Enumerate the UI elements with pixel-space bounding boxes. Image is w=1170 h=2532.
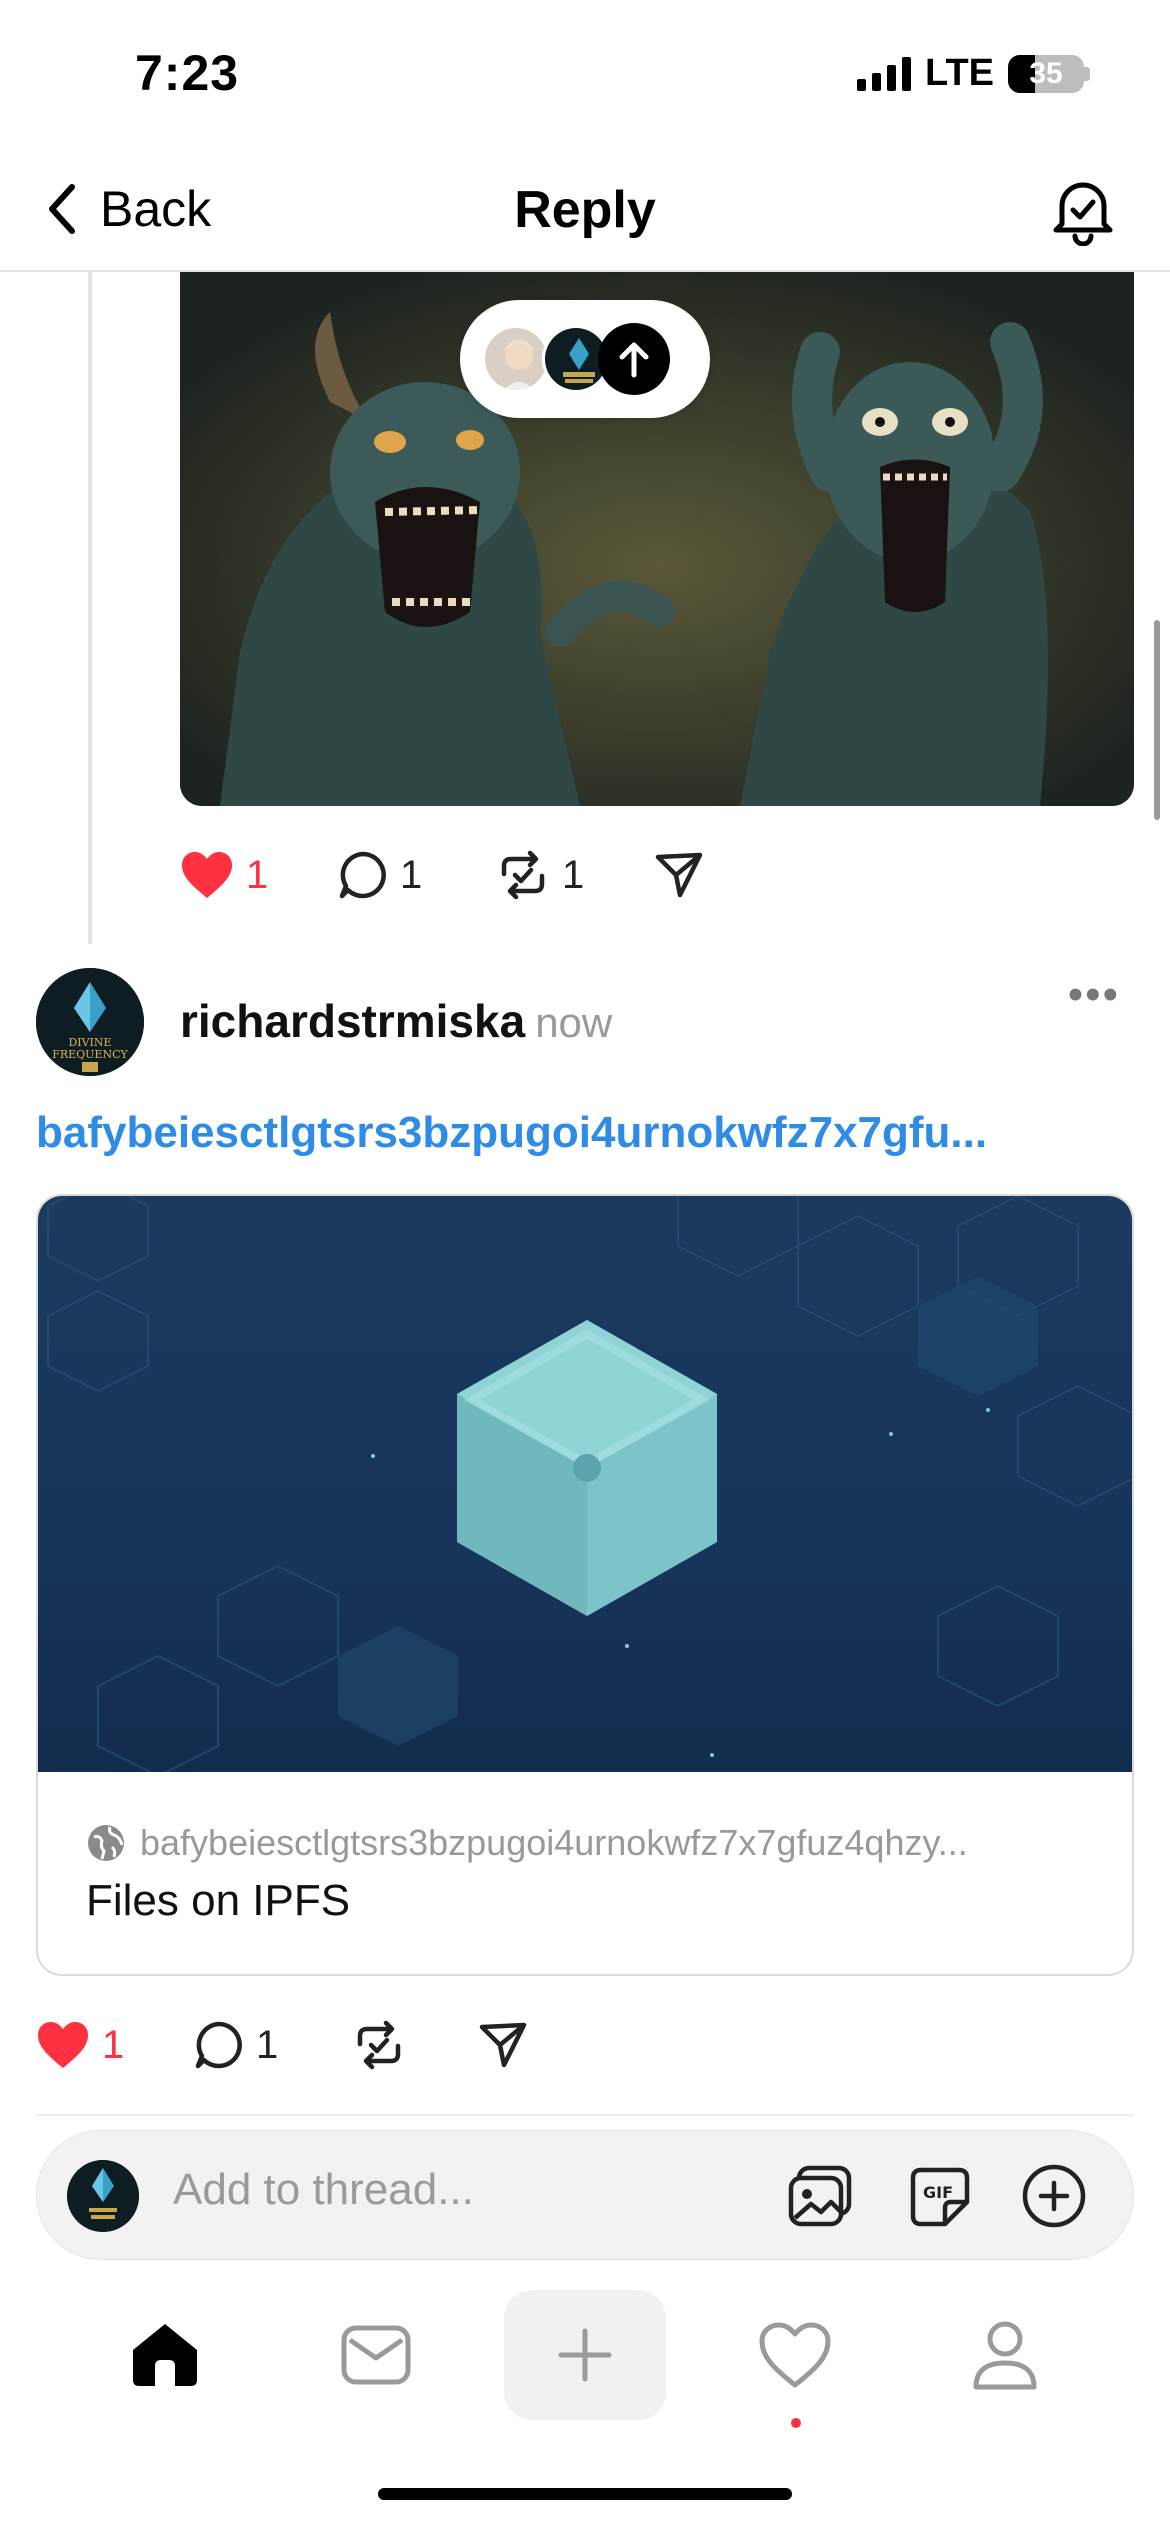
share-button[interactable] xyxy=(478,2021,528,2069)
activity-notification-dot xyxy=(791,2418,801,2428)
heart-filled-icon xyxy=(182,852,232,898)
arrow-up-icon xyxy=(598,323,670,395)
home-indicator[interactable] xyxy=(378,2488,792,2500)
avatar xyxy=(67,2160,139,2232)
tab-profile[interactable] xyxy=(924,2290,1086,2420)
status-time: 7:23 xyxy=(135,45,240,101)
repost-icon xyxy=(501,850,545,900)
back-button[interactable]: Back xyxy=(44,180,211,238)
tab-inbox[interactable] xyxy=(295,2290,457,2420)
add-button[interactable] xyxy=(1017,2159,1091,2233)
avatar[interactable]: DIVINE FREQUENCY xyxy=(36,968,144,1076)
tab-home[interactable] xyxy=(84,2290,246,2420)
like-button[interactable]: 1 xyxy=(180,850,338,900)
heart-outline-icon xyxy=(759,2322,831,2388)
link-preview-url: bafybeiesctlgtsrs3bzpugoi4urnokwfz7x7gfu… xyxy=(86,1822,1106,1864)
ipfs-cube-illustration xyxy=(47,1196,1132,1778)
status-indicators: LTE 35 xyxy=(857,52,1090,95)
thread-line xyxy=(88,272,92,944)
plus-icon xyxy=(558,2328,612,2382)
like-count: 1 xyxy=(246,852,269,897)
status-bar: 7:23 LTE 35 xyxy=(0,0,1170,150)
link-preview-title: Files on IPFS xyxy=(86,1876,351,1925)
repost-button[interactable]: 1 xyxy=(496,850,654,900)
image-icon xyxy=(788,2165,852,2227)
battery-level: 35 xyxy=(1029,56,1063,90)
comment-icon xyxy=(339,851,386,899)
tab-new-post[interactable] xyxy=(504,2290,666,2420)
tab-bar xyxy=(0,2290,1170,2450)
post-actions: 1 1 xyxy=(36,2020,528,2070)
repost-count: 1 xyxy=(562,852,585,897)
link-url-text: bafybeiesctlgtsrs3bzpugoi4urnokwfz7x7gfu… xyxy=(140,1822,968,1863)
link-preview-card[interactable]: bafybeiesctlgtsrs3bzpugoi4urnokwfz7x7gfu… xyxy=(36,1194,1134,1976)
reply-count: 1 xyxy=(400,852,423,897)
profile-icon xyxy=(973,2321,1037,2390)
username[interactable]: richardstrmiska xyxy=(180,995,525,1047)
new-replies-pill[interactable] xyxy=(460,300,710,418)
link-preview-image xyxy=(38,1196,1132,1778)
nav-header: Back Reply xyxy=(0,150,1170,272)
repost-icon xyxy=(357,2020,401,2070)
more-options-button[interactable]: ••• xyxy=(1068,970,1120,1020)
post-author[interactable]: richardstrmiska now xyxy=(180,994,612,1048)
repost-button[interactable] xyxy=(352,2020,478,2070)
inbox-icon xyxy=(341,2325,411,2385)
post-time: now xyxy=(535,999,613,1046)
reply-count: 1 xyxy=(256,2022,279,2067)
share-button[interactable] xyxy=(654,851,704,899)
attach-image-button[interactable] xyxy=(783,2159,857,2233)
home-icon xyxy=(133,2324,197,2386)
battery-icon: 35 xyxy=(1008,54,1090,93)
svg-text:FREQUENCY: FREQUENCY xyxy=(52,1048,128,1061)
gif-icon: GIF xyxy=(910,2167,970,2227)
send-icon xyxy=(655,852,703,898)
signal-icon xyxy=(857,56,912,91)
chevron-left-icon xyxy=(49,184,75,234)
scrollbar[interactable] xyxy=(1154,620,1160,820)
globe-icon xyxy=(88,1825,124,1861)
reply-composer[interactable]: Add to thread... GIF xyxy=(36,2130,1134,2260)
comment-icon xyxy=(195,2021,242,2069)
plus-circle-icon xyxy=(1022,2164,1086,2228)
previous-post-actions: 1 1 1 xyxy=(180,850,704,900)
like-count: 1 xyxy=(102,2022,125,2067)
gif-label: GIF xyxy=(923,2183,953,2202)
notify-bell-button[interactable] xyxy=(1046,172,1120,247)
reply-button[interactable]: 1 xyxy=(194,2020,352,2070)
avatar xyxy=(482,325,550,393)
tab-activity[interactable] xyxy=(714,2290,876,2428)
heart-filled-icon xyxy=(38,2022,88,2068)
like-button[interactable]: 1 xyxy=(36,2020,194,2070)
thread-input[interactable]: Add to thread... xyxy=(173,2165,474,2215)
bell-check-icon xyxy=(1053,182,1113,247)
send-icon xyxy=(479,2022,527,2068)
network-type: LTE xyxy=(925,52,994,94)
gif-button[interactable]: GIF xyxy=(903,2159,977,2233)
back-label: Back xyxy=(100,181,212,237)
post-link[interactable]: bafybeiesctlgtsrs3bzpugoi4urnokwfz7x7gfu… xyxy=(36,1108,987,1158)
divider xyxy=(36,2114,1134,2116)
reply-button[interactable]: 1 xyxy=(338,850,496,900)
